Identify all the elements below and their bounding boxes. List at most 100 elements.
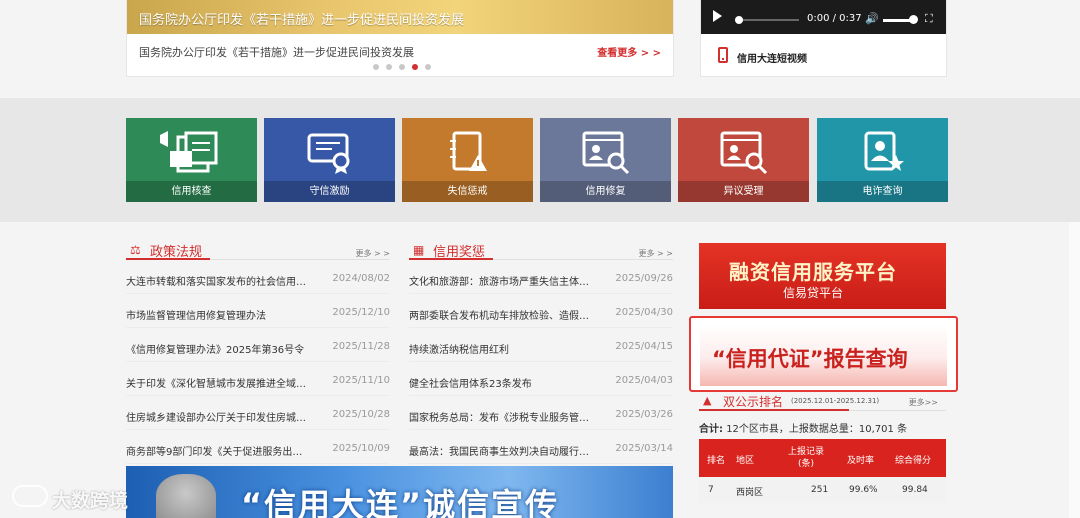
carousel-dot-active[interactable] [412,64,418,70]
summary-label: 合计: [699,424,723,435]
list-item-title[interactable]: 住房城乡建设部办公厅关于印发住房城乡... [126,409,311,424]
carousel-dot[interactable] [399,64,405,70]
list-item[interactable]: 商务部等9部门印发《关于促进服务出口的... 2025/10/09 [126,430,390,464]
list-item[interactable]: 持续激活纳税信用红利 2025/04/15 [409,328,673,362]
video-progress-knob[interactable] [735,16,743,24]
browser-search-user-icon [540,124,671,180]
carousel-dot[interactable] [373,64,379,70]
scrollbar[interactable] [1069,222,1080,518]
banner-background: “信用代证”报告查询 [700,324,947,386]
more-link[interactable]: 更多>> [909,397,938,408]
list-item-date: 2025/09/26 [615,273,673,284]
notebook-warning-icon [402,124,533,180]
lion-statue-image [156,474,216,518]
volume-icon[interactable]: 🔊 [865,12,879,25]
tile-dishonesty-punish[interactable]: 失信惩戒 [402,118,533,202]
list-item-title[interactable]: 关于印发《深化智慧城市发展推进全域数... [126,375,311,390]
list-item[interactable]: 文化和旅游部：旅游市场严重失信主体典... 2025/09/26 [409,260,673,294]
megaphone-document-icon [126,124,257,180]
list-item-date: 2025/04/03 [615,375,673,386]
credit-report-banner[interactable]: “信用代证”报告查询 [689,316,958,392]
table-header: 排名 地区 上报记录 (条) 及时率 综合得分 [699,439,946,477]
integrity-promo-banner[interactable]: “信用大连”诚信宣传 [126,466,673,518]
section-underline [699,409,849,411]
list-item-title[interactable]: 持续激活纳税信用红利 [409,341,594,356]
cell-area: 西岗区 [736,488,764,498]
document-icon: ▦ [413,243,425,257]
section-header: ▦ 信用奖惩 更多 > > [409,240,673,260]
news-banner-text: 国务院办公厅印发《若干措施》进一步促进民间投资发展 [139,13,465,28]
table-row[interactable]: 7 西岗区 251 99.6% 99.84 [699,477,946,503]
tile-label: 守信激励 [264,181,395,202]
list-item[interactable]: 国家税务总局：发布《涉税专业服务管理... 2025/03/26 [409,396,673,430]
list-item-date: 2025/04/30 [615,307,673,318]
tile-credit-check[interactable]: 信用核查 [126,118,257,202]
list-item-title[interactable]: 文化和旅游部：旅游市场严重失信主体典... [409,273,594,288]
list-item[interactable]: 两部委联合发布机动车排放检验、造假情... 2025/04/30 [409,294,673,328]
list-item[interactable]: 健全社会信用体系23条发布 2025/04/03 [409,362,673,396]
summary-text: 12个区市县，上报数据总量：10,701 条 [726,424,908,435]
tile-credit-repair[interactable]: 信用修复 [540,118,671,202]
news-caption-link[interactable]: 国务院办公厅印发《若干措施》进一步促进民间投资发展 [139,44,414,60]
column-score: 综合得分 [895,456,932,466]
news-more-link[interactable]: 查看更多 > > [597,44,661,59]
list-item-date: 2025/03/14 [615,443,673,454]
list-item[interactable]: 市场监督管理信用修复管理办法 2025/12/10 [126,294,390,328]
tile-label: 信用修复 [540,181,671,202]
list-item-title[interactable]: 商务部等9部门印发《关于促进服务出口的... [126,443,311,458]
certificate-award-icon [264,124,395,180]
ranking-header: ▲ 双公示排名 (2025.12.01-2025.12.31) 更多>> [699,393,946,411]
carousel-dot[interactable] [425,64,431,70]
list-item-title[interactable]: 市场监督管理信用修复管理办法 [126,307,311,322]
scales-icon: ⚖ [130,243,141,257]
list-item[interactable]: 最高法：我国民商事生效判决自动履行率... 2025/03/14 [409,430,673,464]
list-item-title[interactable]: 最高法：我国民商事生效判决自动履行率... [409,443,594,458]
list-item-title[interactable]: 大连市转载和落实国家发布的社会信用体... [126,273,311,288]
tile-trust-incentive[interactable]: 守信激励 [264,118,395,202]
list-item[interactable]: 住房城乡建设部办公厅关于印发住房城乡... 2025/10/28 [126,396,390,430]
banner-title: “信用代证”报告查询 [712,347,908,371]
tile-fraud-query[interactable]: 电诈查询 [817,118,948,202]
tile-label: 信用核查 [126,181,257,202]
video-progress-track[interactable] [735,19,799,21]
list-item-title[interactable]: 国家税务总局：发布《涉税专业服务管理... [409,409,594,424]
video-card: 0:00 / 0:37 🔊 ⛶ 信用大连短视频 [700,0,947,77]
video-time: 0:00 / 0:37 [807,13,862,24]
fullscreen-icon[interactable]: ⛶ [925,12,933,26]
ranking-title: 双公示排名 [723,395,784,409]
volume-knob[interactable] [909,15,918,24]
more-link[interactable]: 更多 > > [356,248,391,259]
service-tiles-band: 信用核查 守信激励 失信惩戒 信用修复 异议受理 电诈查询 [0,98,1080,222]
section-header: ⚖ 政策法规 更多 > > [126,240,390,260]
column-timely: 及时率 [847,456,875,466]
play-icon[interactable] [713,10,722,22]
carousel-dots [373,64,431,70]
banner-subtitle: 信易贷平台 [783,286,844,300]
ranking-date-range: (2025.12.01-2025.12.31) [791,397,880,405]
news-banner-image[interactable]: 国务院办公厅印发《若干措施》进一步促进民间投资发展 [127,0,673,34]
list-item-date: 2025/04/15 [615,341,673,352]
policy-section: ⚖ 政策法规 更多 > > 大连市转载和落实国家发布的社会信用体... 2024/… [126,240,390,464]
ranking-table: 排名 地区 上报记录 (条) 及时率 综合得分 7 西岗区 251 99.6% 9… [699,439,946,503]
list-item[interactable]: 关于印发《深化智慧城市发展推进全域数... 2025/11/10 [126,362,390,396]
list-item[interactable]: 大连市转载和落实国家发布的社会信用体... 2024/08/02 [126,260,390,294]
column-count-line2: (条) [797,459,815,469]
cell-score: 99.84 [902,485,928,495]
user-document-star-icon [817,124,948,180]
cell-count: 251 [811,485,829,495]
list-item[interactable]: 《信用修复管理办法》2025年第36号令 2025/11/28 [126,328,390,362]
financing-platform-banner[interactable]: 融资信用服务平台 信易贷平台 [699,243,946,309]
carousel-dot[interactable] [386,64,392,70]
news-carousel: 国务院办公厅印发《若干措施》进一步促进民间投资发展 国务院办公厅印发《若干措施》… [126,0,674,77]
list-item-date: 2025/11/28 [332,341,390,352]
video-label[interactable]: 信用大连短视频 [737,50,807,65]
banner-title: 融资信用服务平台 [729,260,897,284]
more-link[interactable]: 更多 > > [639,248,674,259]
list-item-title[interactable]: 两部委联合发布机动车排放检验、造假情... [409,307,594,322]
list-item-title[interactable]: 健全社会信用体系23条发布 [409,375,594,390]
list-item-date: 2025/10/28 [332,409,390,420]
cell-rank: 7 [708,485,714,495]
tile-objection-handling[interactable]: 异议受理 [678,118,809,202]
column-rank: 排名 [707,456,726,466]
list-item-title[interactable]: 《信用修复管理办法》2025年第36号令 [126,341,311,356]
